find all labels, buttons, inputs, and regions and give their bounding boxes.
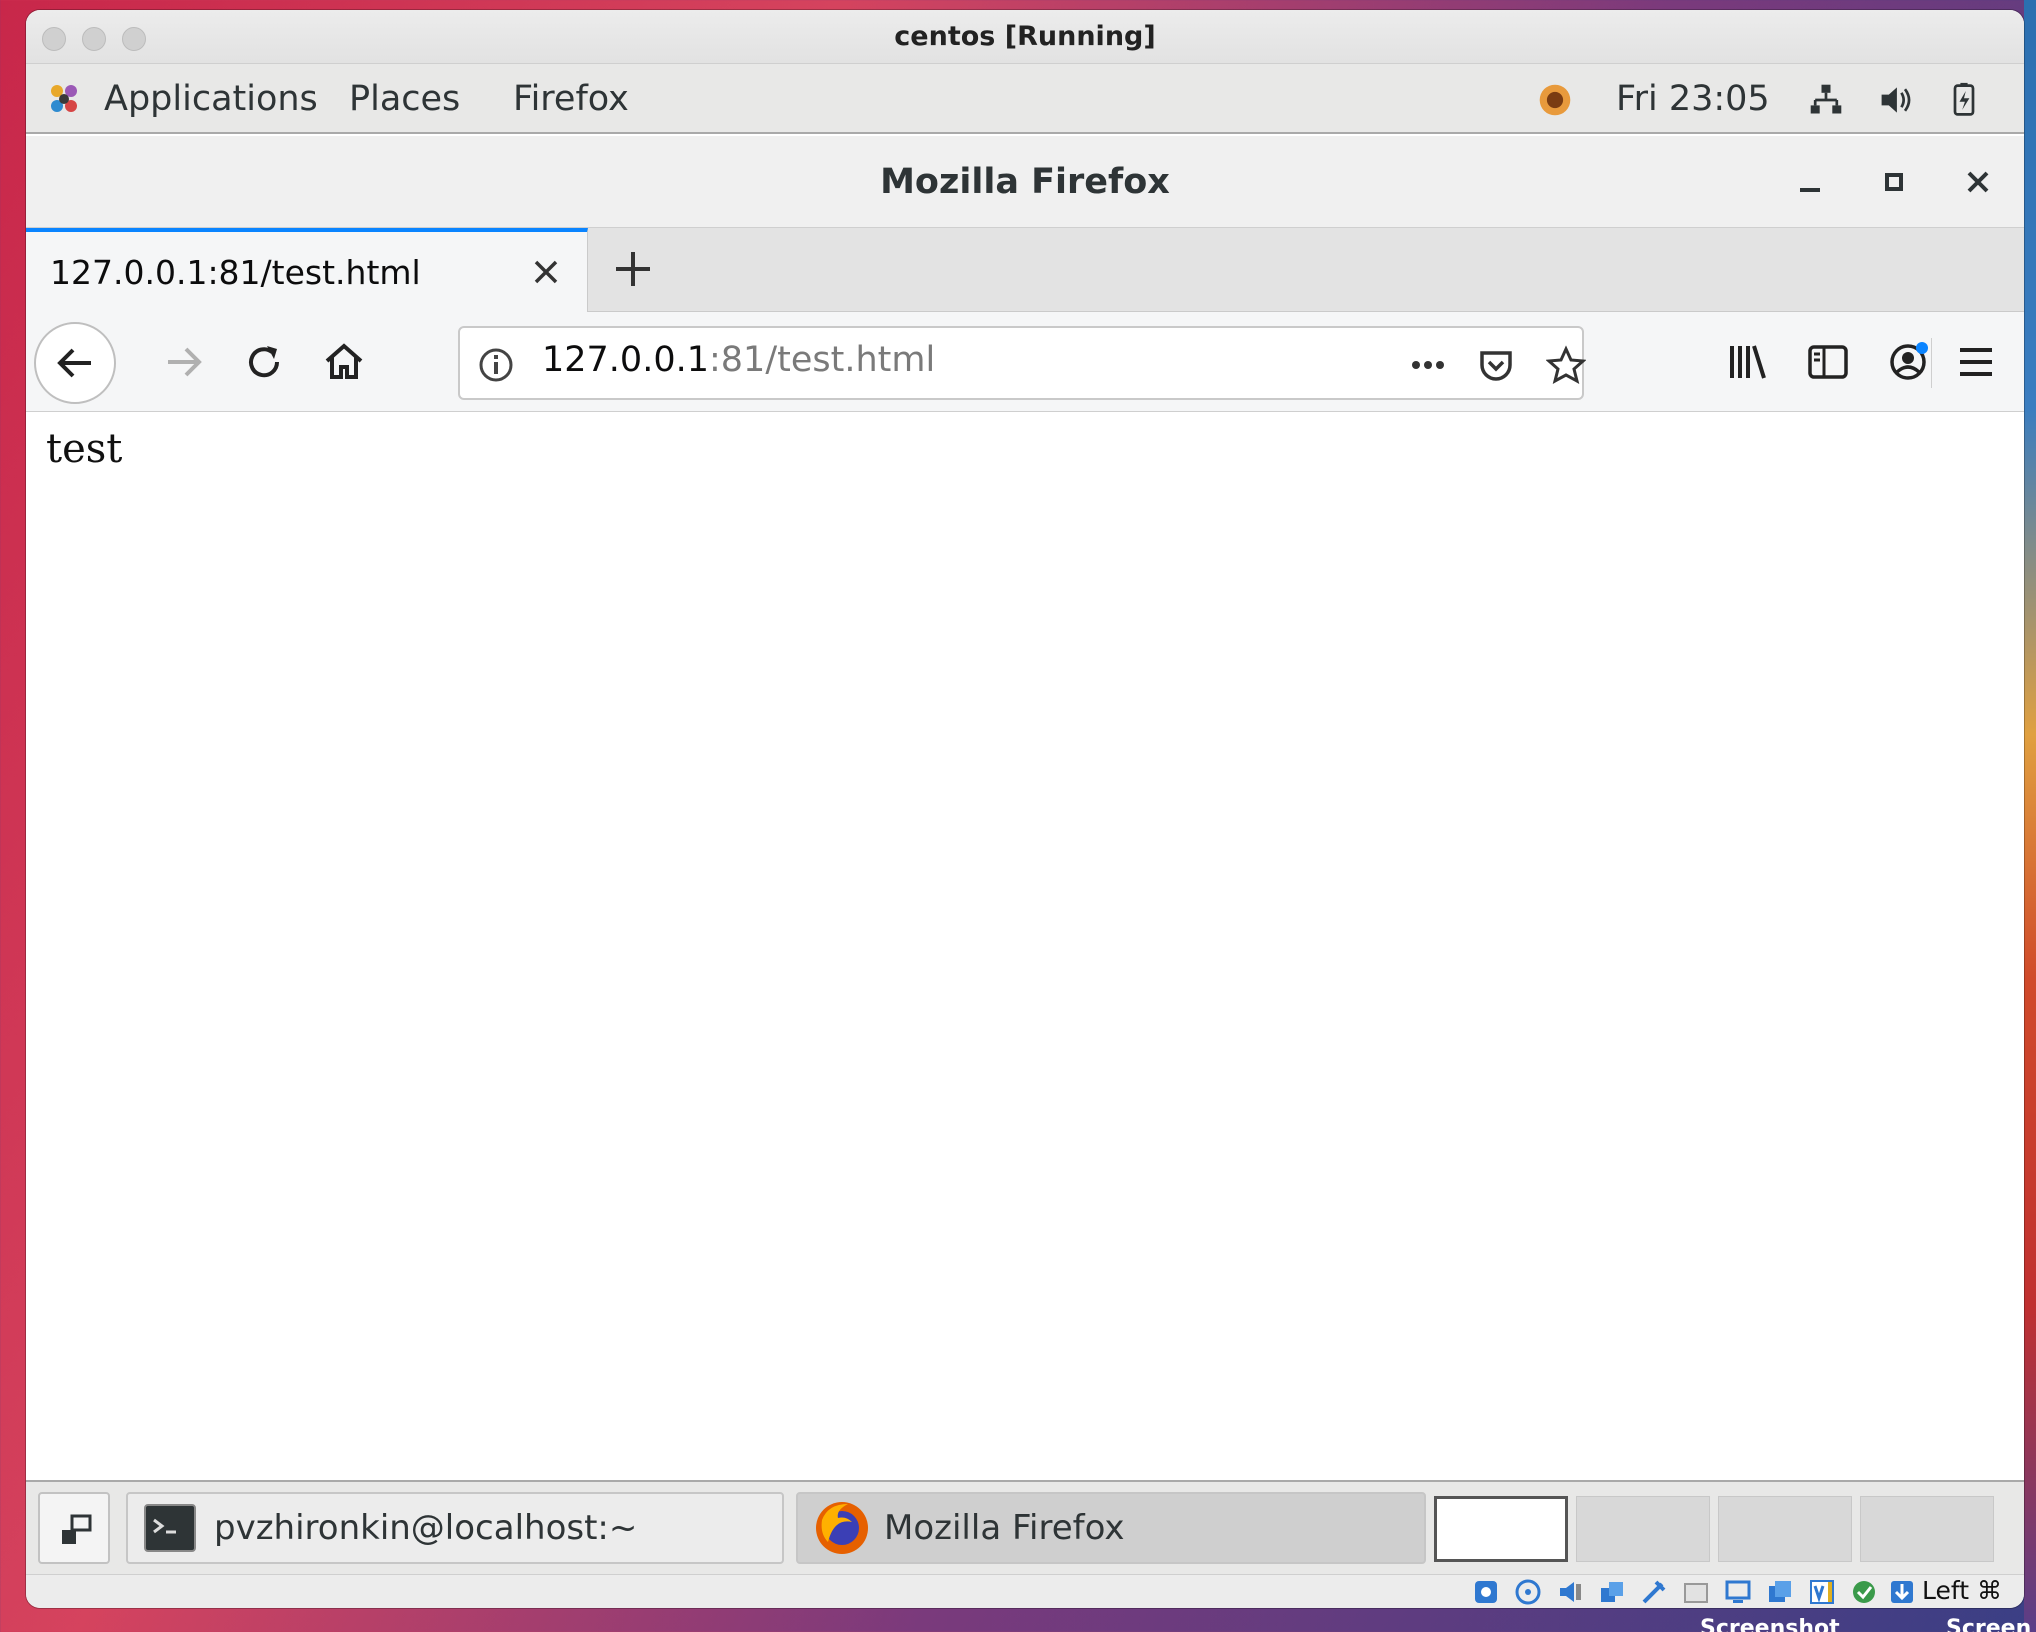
desktop-icon-label-screen[interactable]: Screen [1946, 1616, 2031, 1632]
site-info-icon[interactable] [476, 345, 516, 385]
maximize-icon [1885, 173, 1903, 191]
url-host: 127.0.0.1 [542, 340, 709, 380]
firefox-app-menu[interactable]: Firefox [513, 64, 629, 134]
library-button[interactable] [1720, 334, 1776, 390]
virtualbox-window-title: centos [Running] [894, 21, 1156, 52]
bookmark-star-icon[interactable] [1546, 345, 1586, 385]
audio-icon[interactable] [1556, 1578, 1584, 1606]
task-terminal[interactable]: pvzhironkin@localhost:~ [126, 1492, 784, 1564]
account-button[interactable] [1880, 334, 1936, 390]
show-desktop-icon [62, 1514, 92, 1544]
workspace-4[interactable] [1860, 1496, 1994, 1562]
network-adapter-icon[interactable] [1598, 1578, 1626, 1606]
home-icon [325, 343, 363, 379]
window-list-bar: pvzhironkin@localhost:~ Mozilla Firefox [26, 1480, 2024, 1574]
close-button[interactable] [1950, 154, 2006, 210]
page-actions-icon[interactable] [1408, 345, 1448, 385]
recording-icon[interactable] [1766, 1578, 1794, 1606]
virtualbox-window: centos [Running] Applications Places Fir… [26, 10, 2024, 1608]
display-icon[interactable] [1724, 1578, 1752, 1606]
forward-button[interactable] [156, 334, 212, 390]
pocket-icon[interactable] [1476, 345, 1516, 385]
zoom-window-button[interactable] [122, 27, 146, 51]
show-desktop-button[interactable] [38, 1492, 110, 1564]
cpu-vt-icon[interactable] [1808, 1578, 1836, 1606]
guest-additions-icon[interactable] [1850, 1578, 1878, 1606]
url-path: :81/test.html [709, 340, 936, 380]
optical-drive-icon[interactable] [1514, 1578, 1542, 1606]
usb-icon[interactable] [1640, 1578, 1668, 1606]
volume-icon[interactable] [1876, 82, 1916, 118]
workspace-3[interactable] [1718, 1496, 1852, 1562]
desktop-background-strip [2024, 0, 2036, 1632]
workspace-2[interactable] [1576, 1496, 1710, 1562]
minimize-window-button[interactable] [82, 27, 106, 51]
gnome-foot-icon [51, 85, 77, 112]
close-icon [1967, 171, 1989, 193]
reload-icon [249, 346, 280, 378]
workspace-1[interactable] [1434, 1496, 1568, 1562]
back-button[interactable] [34, 322, 116, 404]
library-icon [1730, 345, 1766, 379]
virtualbox-titlebar[interactable]: centos [Running] [26, 10, 2024, 64]
network-icon[interactable] [1806, 82, 1846, 118]
reload-button[interactable] [236, 334, 292, 390]
new-tab-icon[interactable] [608, 244, 658, 294]
clock[interactable]: Fri 23:05 [1616, 64, 1770, 134]
maximize-button[interactable] [1866, 154, 1922, 210]
back-arrow-icon [57, 348, 91, 378]
applications-menu[interactable]: Applications [104, 64, 318, 134]
minimize-button[interactable] [1782, 154, 1838, 210]
firefox-window-title: Mozilla Firefox [880, 161, 1170, 202]
url-text[interactable]: 127.0.0.1:81/test.html [542, 340, 935, 380]
task-label-firefox: Mozilla Firefox [884, 1508, 1125, 1548]
tab-strip: 127.0.0.1:81/test.html [26, 228, 2024, 312]
hard-disk-icon[interactable] [1472, 1578, 1500, 1606]
host-key-label: Left ⌘ [1922, 1576, 2002, 1605]
navigation-toolbar: 127.0.0.1:81/test.html [26, 312, 2024, 412]
firefox-logo-icon [816, 1502, 868, 1554]
tab-label: 127.0.0.1:81/test.html [50, 252, 421, 292]
terminal-icon [144, 1504, 196, 1552]
close-tab-icon[interactable] [526, 252, 566, 292]
page-content: test [26, 412, 2024, 1480]
toolbar-separator [1931, 338, 1932, 388]
places-menu[interactable]: Places [349, 64, 460, 134]
sidebar-icon [1808, 345, 1848, 379]
page-body-text: test [46, 426, 123, 472]
task-label-terminal: pvzhironkin@localhost:~ [214, 1508, 638, 1548]
forward-arrow-icon [168, 347, 202, 377]
gnome-top-bar: Applications Places Firefox Fri 23:05 [26, 64, 2024, 134]
sidebar-button[interactable] [1800, 334, 1856, 390]
guest-screen: Applications Places Firefox Fri 23:05 Mo… [26, 64, 2024, 1574]
home-button[interactable] [316, 334, 372, 390]
tab-test-html[interactable]: 127.0.0.1:81/test.html [26, 228, 588, 312]
open-menu-button[interactable] [1948, 334, 2004, 390]
desktop-icon-label-screenshot[interactable]: Screenshot [1700, 1616, 1840, 1632]
notification-tray-icon[interactable] [1535, 82, 1575, 118]
account-icon [1890, 342, 1928, 380]
firefox-titlebar[interactable]: Mozilla Firefox [26, 136, 2024, 228]
shared-folders-icon[interactable] [1682, 1578, 1710, 1606]
hamburger-menu-icon [1960, 348, 1992, 376]
task-firefox[interactable]: Mozilla Firefox [796, 1492, 1426, 1564]
url-bar[interactable]: 127.0.0.1:81/test.html [458, 326, 1586, 400]
battery-icon[interactable] [1944, 82, 1984, 118]
keyboard-capture-icon[interactable] [1888, 1578, 1916, 1606]
minimize-icon [1800, 188, 1820, 192]
close-window-button[interactable] [42, 27, 66, 51]
virtualbox-status-bar: Left ⌘ [26, 1574, 2024, 1608]
